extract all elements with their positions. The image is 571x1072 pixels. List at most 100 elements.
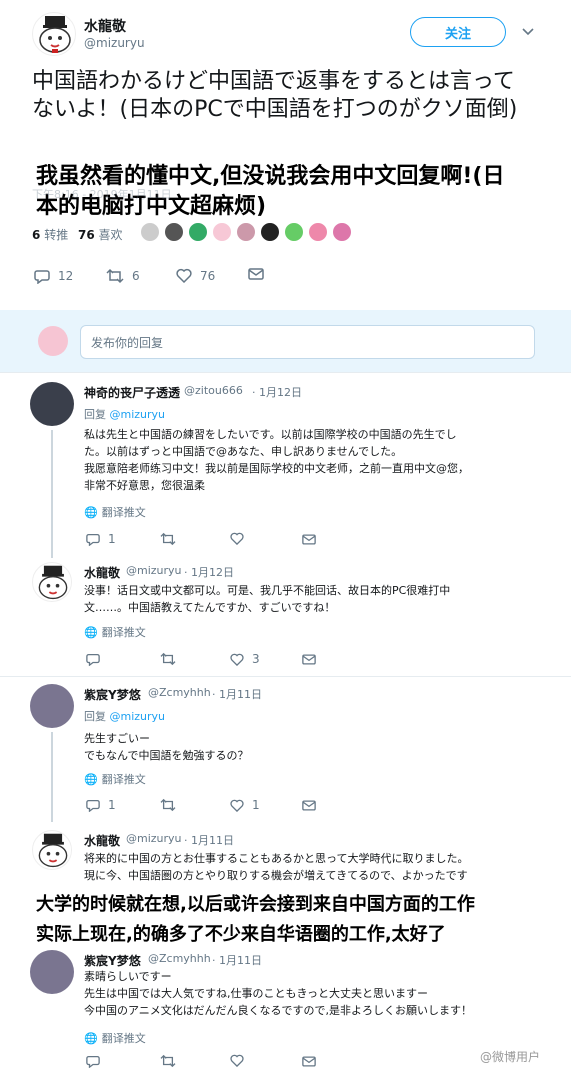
tweet-timestamp[interactable]: 下午8:16 - 2019年1月11日 [32, 186, 172, 202]
like-action[interactable] [230, 532, 244, 545]
reply-action[interactable]: 1 [86, 798, 116, 812]
liker-avatar[interactable] [212, 222, 232, 242]
reply-author-name[interactable]: 紫宸Y梦悠 [84, 952, 141, 969]
translate-link[interactable]: 🌐 翻译推文 [84, 624, 146, 640]
message-action[interactable] [248, 268, 264, 280]
like-count[interactable]: 76 喜欢 [78, 226, 123, 243]
author-handle[interactable]: @mizuryu [84, 36, 145, 50]
reply-text-line: 私は先生と中国語の練習をしたいです。以前は国際学校の中国語の先生でし [84, 428, 457, 441]
reply-action[interactable] [86, 652, 100, 666]
follow-button[interactable]: 关注 [410, 17, 506, 47]
reply-avatar[interactable] [30, 684, 74, 728]
reply-date[interactable]: · 1月11日 [212, 952, 262, 968]
reply-avatar[interactable] [32, 830, 72, 870]
reply-date[interactable]: · 1月12日 [252, 384, 302, 400]
message-action[interactable] [302, 1056, 316, 1067]
like-count-action: 76 [200, 268, 216, 283]
reply-icon [86, 799, 100, 812]
reply-text-line: た。以前はずっと中国語で@あなた、申し訳ありませんでした。 [84, 445, 403, 458]
liker-avatar[interactable] [260, 222, 280, 242]
retweet-count: 6 [132, 269, 140, 283]
retweet-icon [160, 1054, 176, 1068]
reply-date[interactable]: · 1月11日 [212, 686, 262, 702]
retweet-action[interactable] [160, 1054, 176, 1068]
user-avatar[interactable] [38, 326, 68, 356]
reply-text: 先生すごいー でもなんで中国語を勉強するの？ [84, 730, 544, 764]
reply-to-link[interactable]: @mizuryu [110, 710, 166, 723]
liker-avatar[interactable] [140, 222, 160, 242]
like-action[interactable] [230, 1054, 244, 1067]
reply-avatar[interactable] [30, 950, 74, 994]
reply-action[interactable]: 12 [34, 268, 73, 284]
reply-author-handle[interactable]: @mizuryu [126, 564, 182, 577]
reply-to: 回复 @mizuryu [84, 708, 165, 724]
watermark: @微博用户 [480, 1050, 541, 1064]
like-action[interactable]: 3 [230, 652, 260, 666]
reply-to-label: 回复 [84, 408, 106, 421]
reply-text-line: 非常不好意思，您很温柔 [84, 479, 205, 492]
liker-avatar[interactable] [188, 222, 208, 242]
author-name[interactable]: 水龍敬 [84, 16, 126, 36]
retweet-action[interactable] [160, 798, 176, 812]
reply-icon [34, 270, 50, 284]
reply-author-name[interactable]: 神奇的丧尸子透透 [84, 384, 180, 401]
reply-input[interactable]: 发布你的回复 [80, 325, 535, 359]
retweet-count-label: 转推 [44, 228, 69, 242]
reply-icon [86, 533, 100, 546]
liker-avatar[interactable] [164, 222, 184, 242]
reply-date[interactable]: · 1月11日 [184, 832, 234, 848]
liker-avatar[interactable] [332, 222, 352, 242]
reply-action[interactable]: 1 [86, 532, 116, 546]
divider [0, 676, 571, 677]
reply-text-line: 文……。中国語教えてたんですか、すごいですね！ [84, 601, 336, 614]
reply-avatar[interactable] [32, 562, 72, 602]
reply-text-line: 今中国のアニメ文化はだんだん良くなるですので,是非よろしくお願いします！ [84, 1004, 473, 1017]
message-action[interactable] [302, 800, 316, 811]
reply-author-handle[interactable]: @zitou666 [184, 384, 243, 397]
message-action[interactable] [302, 534, 316, 545]
reply-author-name[interactable]: 紫宸Y梦悠 [84, 686, 141, 703]
translate-label: 翻译推文 [101, 626, 146, 639]
heart-icon [176, 268, 192, 283]
reply-author-handle[interactable]: @mizuryu [126, 832, 182, 845]
retweet-count-value: 6 [32, 228, 41, 242]
like-count-label: 喜欢 [98, 228, 123, 242]
reply-author-handle[interactable]: @Zcmyhhh [148, 952, 211, 965]
reply-to-link[interactable]: @mizuryu [110, 408, 166, 421]
envelope-icon [302, 1056, 316, 1067]
retweet-action[interactable]: 6 [106, 268, 140, 284]
reply-avatar[interactable] [30, 382, 74, 426]
retweet-count[interactable]: 6 转推 [32, 226, 68, 243]
reply-author-name[interactable]: 水龍敬 [84, 832, 120, 849]
liker-avatar[interactable] [236, 222, 256, 242]
heart-icon [230, 532, 244, 545]
reply-date[interactable]: · 1月12日 [184, 564, 234, 580]
reply-author-name[interactable]: 水龍敬 [84, 564, 120, 581]
liker-avatar[interactable] [308, 222, 328, 242]
like-action[interactable]: 1 [230, 798, 260, 812]
translate-label: 翻译推文 [101, 773, 146, 786]
retweet-action[interactable] [160, 532, 176, 546]
reply-text-line: 没事！话日文或中文都可以。可是、我几乎不能回话、故日本的PC很难打中 [84, 584, 451, 597]
liker-avatar[interactable] [284, 222, 304, 242]
reply-author-handle[interactable]: @Zcmyhhh [148, 686, 211, 699]
translate-link[interactable]: 🌐 翻译推文 [84, 1030, 146, 1046]
envelope-icon [302, 654, 316, 665]
author-avatar[interactable] [32, 12, 76, 56]
reply-text-line: 現に今、中国語圏の方とやり取りする機会が増えてきてるので、よかったです [84, 869, 468, 882]
retweet-action[interactable] [160, 652, 176, 666]
translate-link[interactable]: 🌐 翻译推文 [84, 771, 146, 787]
overlay-line: 实际上现在,的确多了不少来自华语圈的工作,太好了 [36, 924, 446, 945]
message-action[interactable] [302, 654, 316, 665]
heart-icon [230, 1054, 244, 1067]
reply-action[interactable] [86, 1054, 100, 1068]
envelope-icon [248, 268, 264, 280]
heart-icon [230, 799, 244, 812]
like-action[interactable]: 76 [176, 268, 215, 283]
globe-icon: 🌐 [84, 1031, 98, 1045]
reply-text: 素晴らしいですー 先生は中国では大人気ですね,仕事のこともきっと大丈夫と思います… [84, 968, 554, 1019]
reply-to-label: 回复 [84, 710, 106, 723]
chevron-down-icon[interactable] [520, 24, 536, 40]
reply-text-line: 先生は中国では大人気ですね,仕事のこともきっと大丈夫と思いますー [84, 987, 429, 1000]
translate-link[interactable]: 🌐 翻译推文 [84, 504, 146, 520]
